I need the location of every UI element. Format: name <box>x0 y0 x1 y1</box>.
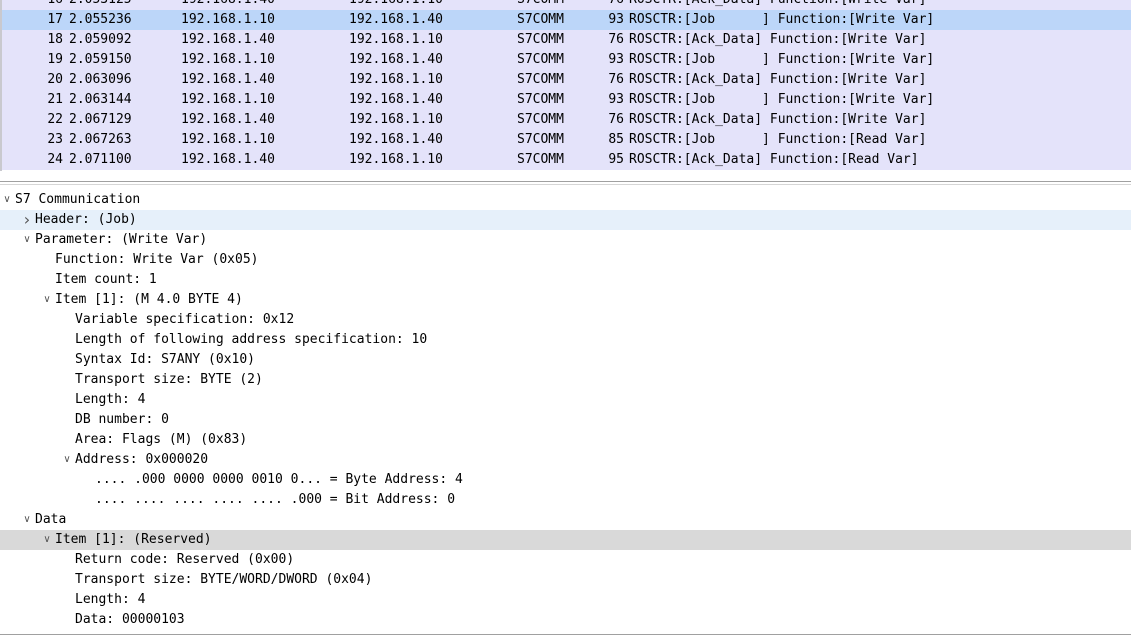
packet-length: 76 <box>0 0 624 10</box>
packet-row[interactable]: 19 2.059150 192.168.1.10 192.168.1.40 S7COMM… <box>0 50 1131 70</box>
splitter-line-shadow <box>0 184 1131 185</box>
packet-row[interactable]: 18 2.059092 192.168.1.40 192.168.1.10 S7COMM… <box>0 30 1131 50</box>
tree-row-text: Length: 4 <box>75 592 146 607</box>
packet-length: 76 <box>608 32 624 47</box>
tree-row[interactable]: Data: 00000103 <box>0 610 1131 630</box>
tree-row-text: Item [1]: (M 4.0 BYTE 4) <box>55 292 243 307</box>
tree-row-text: .... .... .... .... .... .000 = Bit Addr… <box>95 492 456 507</box>
tree-row-text: S7 Communication <box>15 192 141 207</box>
packet-info: ROSCTR:[Job ] Function:[Write Var] <box>629 52 935 67</box>
packet-info: ROSCTR:[Ack_Data] Function:[Read Var] <box>629 152 919 167</box>
tree-row[interactable]: .... .000 0000 0000 0010 0... = Byte Add… <box>0 470 1131 490</box>
tree-row[interactable]: ∨ Parameter: (Write Var) <box>0 230 1131 250</box>
tree-row-text: Item count: 1 <box>55 272 157 287</box>
packet-row[interactable]: 21 2.063144 192.168.1.10 192.168.1.40 S7COMM… <box>0 90 1131 110</box>
tree-row-text: Return code: Reserved (0x00) <box>75 552 295 567</box>
packet-length: 85 <box>608 132 624 147</box>
tree-row[interactable]: › Header: (Job) <box>0 210 1131 230</box>
tree-row[interactable]: Function: Write Var (0x05) <box>0 250 1131 270</box>
tree-row-text: Syntax Id: S7ANY (0x10) <box>75 352 256 367</box>
tree-row[interactable]: ∨ Item [1]: (Reserved) <box>0 530 1131 550</box>
tree-row-text: Length: 4 <box>75 392 146 407</box>
tree-row-text: Item [1]: (Reserved) <box>55 532 212 547</box>
tree-row-text: Address: 0x000020 <box>75 452 209 467</box>
tree-row[interactable]: DB number: 0 <box>0 410 1131 430</box>
tree-row[interactable]: Length: 4 <box>0 590 1131 610</box>
packet-row[interactable]: 22 2.067129 192.168.1.40 192.168.1.10 S7COMM… <box>0 110 1131 130</box>
tree-row-text: Variable specification: 0x12 <box>75 312 295 327</box>
tree-row-text: Header: (Job) <box>35 212 137 227</box>
packet-length: 76 <box>608 112 624 127</box>
tree-row[interactable]: Variable specification: 0x12 <box>0 310 1131 330</box>
tree-row[interactable]: ∨ Address: 0x000020 <box>0 450 1131 470</box>
tree-row-text: .... .000 0000 0000 0010 0... = Byte Add… <box>95 472 463 487</box>
chevron-right-icon[interactable]: › <box>20 210 34 230</box>
tree-row[interactable]: Length: 4 <box>0 390 1131 410</box>
packet-info: ROSCTR:[Ack_Data] Function:[Write Var] <box>629 72 927 87</box>
pane-bottom-border <box>0 634 1131 635</box>
packet-length: 76 <box>608 72 624 87</box>
tree-row-text: Transport size: BYTE (2) <box>75 372 263 387</box>
packet-info: ROSCTR:[Ack_Data] Function:[Write Var] <box>629 0 926 10</box>
packet-info: ROSCTR:[Job ] Function:[Write Var] <box>629 12 935 27</box>
packet-length: 93 <box>608 12 624 27</box>
chevron-down-icon[interactable]: ∨ <box>0 190 14 210</box>
tree-row[interactable]: Syntax Id: S7ANY (0x10) <box>0 350 1131 370</box>
chevron-down-icon[interactable]: ∨ <box>60 450 74 470</box>
packet-info: ROSCTR:[Ack_Data] Function:[Write Var] <box>629 112 927 127</box>
packet-row-selected[interactable]: 17 2.055236 192.168.1.10 192.168.1.40 S7COMM… <box>0 10 1131 30</box>
tree-row[interactable]: Length of following address specificatio… <box>0 330 1131 350</box>
chevron-down-icon[interactable]: ∨ <box>40 530 54 550</box>
packet-list[interactable]: 162.053125192.168.1.40192.168.1.10S7COMM… <box>0 0 1131 171</box>
tree-row[interactable]: ∨ Item [1]: (M 4.0 BYTE 4) <box>0 290 1131 310</box>
tree-row[interactable]: Transport size: BYTE (2) <box>0 370 1131 390</box>
tree-row[interactable]: Return code: Reserved (0x00) <box>0 550 1131 570</box>
tree-row[interactable]: ∨ S7 Communication <box>0 190 1131 210</box>
tree-row-text: DB number: 0 <box>75 412 169 427</box>
tree-row[interactable]: ∨ Data <box>0 510 1131 530</box>
packet-length: 93 <box>608 52 624 67</box>
tree-row[interactable]: Area: Flags (M) (0x83) <box>0 430 1131 450</box>
packet-info: ROSCTR:[Job ] Function:[Read Var] <box>629 132 927 147</box>
tree-row-text: Function: Write Var (0x05) <box>55 252 259 267</box>
chevron-down-icon[interactable]: ∨ <box>20 510 34 530</box>
packet-row[interactable]: 23 2.067263 192.168.1.10 192.168.1.40 S7COMM… <box>0 130 1131 150</box>
tree-row-text: Data <box>35 512 67 527</box>
packet-details-tree[interactable]: ∨ S7 Communication › Header: (Job) ∨ Paramete… <box>0 190 1131 634</box>
packet-row[interactable]: 20 2.063096 192.168.1.40 192.168.1.10 S7COMM… <box>0 70 1131 90</box>
packet-length: 95 <box>608 152 624 167</box>
packet-row[interactable]: 162.053125192.168.1.40192.168.1.10S7COMM… <box>0 0 1131 10</box>
tree-row-text: Data: 00000103 <box>75 612 185 627</box>
chevron-down-icon[interactable]: ∨ <box>20 230 34 250</box>
tree-row[interactable]: .... .... .... .... .... .000 = Bit Addr… <box>0 490 1131 510</box>
tree-row[interactable]: Item count: 1 <box>0 270 1131 290</box>
tree-row-text: Transport size: BYTE/WORD/DWORD (0x04) <box>75 572 373 587</box>
packet-list-left-border <box>0 0 2 171</box>
tree-row[interactable]: Transport size: BYTE/WORD/DWORD (0x04) <box>0 570 1131 590</box>
chevron-down-icon[interactable]: ∨ <box>40 290 54 310</box>
packet-row[interactable]: 24 2.071100 192.168.1.40 192.168.1.10 S7COMM… <box>0 150 1131 170</box>
packet-info: ROSCTR:[Ack_Data] Function:[Write Var] <box>629 32 927 47</box>
packet-length: 93 <box>608 92 624 107</box>
tree-row-text: Parameter: (Write Var) <box>35 232 208 247</box>
tree-row-text: Length of following address specificatio… <box>75 332 428 347</box>
splitter-line <box>0 181 1131 182</box>
packet-info: ROSCTR:[Job ] Function:[Write Var] <box>629 92 935 107</box>
tree-row-text: Area: Flags (M) (0x83) <box>75 432 248 447</box>
pane-splitter[interactable] <box>0 171 1131 190</box>
